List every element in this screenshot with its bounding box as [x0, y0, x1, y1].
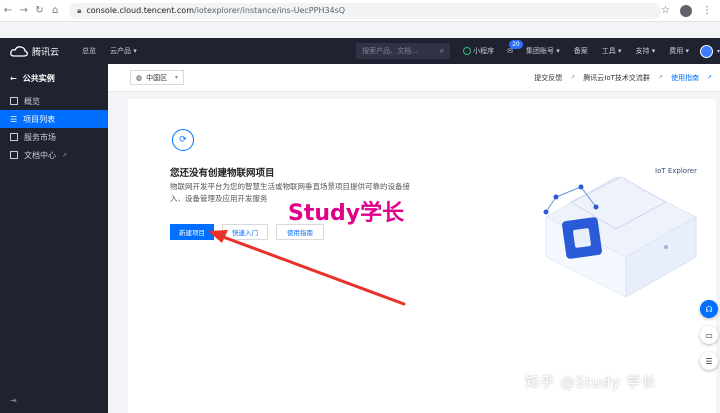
nav-account[interactable]: 集团账号 ▾: [519, 46, 567, 56]
nav-mail[interactable]: ✉ 20: [501, 40, 523, 55]
store-icon: [10, 133, 18, 141]
headset-icon[interactable]: ☊: [700, 300, 718, 318]
search-placeholder: 搜索产品、文档...: [362, 47, 418, 55]
chevron-down-icon: ▾: [174, 74, 178, 81]
external-link-icon: ↗: [657, 74, 663, 81]
grid-icon: [10, 97, 18, 105]
forward-icon[interactable]: →: [16, 5, 32, 16]
iot-group-link[interactable]: 腾讯云IoT技术交流群: [583, 73, 650, 83]
list-icon: ☰: [10, 114, 18, 124]
nav-tools[interactable]: 工具 ▾: [595, 46, 629, 56]
main-panel: ⟳ 您还没有创建物联网项目 物联网开发平台为您的智慧生活或物联网垂直场景项目提供…: [128, 99, 716, 413]
address-bar[interactable]: 🔒︎ console.cloud.tencent.com/iotexplorer…: [69, 2, 662, 19]
search-icon: ⌕: [439, 46, 445, 55]
collapse-sidebar-icon[interactable]: ⇥: [10, 396, 17, 405]
profile-avatar-icon[interactable]: [680, 4, 693, 17]
feedback-link[interactable]: 提交反馈: [534, 73, 562, 83]
sidebar-item-overview[interactable]: 概览: [0, 92, 108, 110]
external-link-icon: ↗: [62, 151, 68, 159]
back-icon[interactable]: ←: [0, 5, 16, 16]
iot-explorer-illustration: [543, 176, 698, 298]
mini-program-icon: [463, 47, 472, 55]
bookmark-star-icon[interactable]: ☆: [661, 5, 670, 16]
sidebar-title: 公共实例: [22, 73, 55, 83]
browser-bar: ← → ↻ ⌂ 🔒︎ console.cloud.tencent.com/iot…: [0, 0, 720, 22]
guide-link[interactable]: 使用指南: [671, 73, 699, 83]
region-value: 中国区: [146, 73, 168, 82]
quick-start-button[interactable]: 快速入门: [222, 224, 268, 240]
floating-tools: ☊ ▭ ☰: [700, 300, 718, 370]
list-menu-icon[interactable]: ☰: [700, 352, 718, 370]
back-arrow-icon: ←: [10, 73, 17, 83]
search-input[interactable]: 搜索产品、文档... ⌕: [356, 43, 451, 59]
nav-products[interactable]: 云产品 ▾: [103, 46, 144, 56]
brand-name: 腾讯云: [32, 47, 60, 58]
empty-title: 您还没有创建物联网项目: [170, 168, 275, 179]
create-project-button[interactable]: 新建项目: [170, 224, 214, 240]
nav-support[interactable]: 支持 ▾: [628, 46, 662, 56]
nav-mini-program[interactable]: 小程序: [456, 46, 501, 56]
user-avatar[interactable]: [699, 44, 713, 58]
sidebar-item-label: 项目列表: [23, 114, 56, 124]
tencent-cloud-logo[interactable]: 腾讯云: [0, 45, 75, 58]
nav-billing[interactable]: 费用 ▾: [662, 46, 696, 56]
sidebar-item-label: 概览: [24, 96, 40, 106]
doc-icon: [10, 151, 18, 159]
illustration-label: IoT Explorer: [655, 167, 697, 175]
home-icon[interactable]: ⌂: [47, 5, 63, 16]
globe-icon: ◍: [136, 73, 143, 82]
sync-icon: ⟳: [172, 129, 194, 151]
sidebar-item-label: 文档中心: [24, 150, 56, 160]
sidebar-item-docs[interactable]: 文档中心 ↗: [0, 146, 108, 164]
sidebar-item-projects[interactable]: ☰ 项目列表: [0, 110, 108, 128]
url-path: /iotexplorer/instance/ins-UecPPH34sQ: [194, 6, 346, 15]
nav-overview[interactable]: 总览: [75, 46, 103, 56]
external-link-icon: ↗: [706, 74, 712, 81]
sidebar-item-label: 服务市场: [24, 132, 56, 142]
nav-record[interactable]: 备案: [567, 46, 595, 56]
sidebar: ← 公共实例 概览 ☰ 项目列表 服务市场 文档中心 ↗ ⇥: [0, 64, 108, 413]
sidebar-item-market[interactable]: 服务市场: [0, 128, 108, 146]
mini-program-label: 小程序: [473, 47, 495, 55]
reload-icon[interactable]: ↻: [32, 5, 48, 16]
region-select[interactable]: ◍ 中国区 ▾: [130, 70, 184, 85]
external-link-icon: ↗: [570, 74, 576, 81]
mail-badge: 20: [509, 40, 523, 49]
console-top-nav: 腾讯云 总览 云产品 ▾ 搜索产品、文档... ⌕ 小程序 ✉ 20 集团账号 …: [0, 38, 720, 64]
cloud-logo-icon: [10, 45, 28, 57]
sidebar-back[interactable]: ← 公共实例: [0, 64, 108, 92]
sub-header: ◍ 中国区 ▾ 提交反馈 ↗ 腾讯云IoT技术交流群 ↗ 使用指南 ↗: [108, 64, 720, 92]
url-host: console.cloud.tencent.com: [86, 6, 194, 15]
study-watermark: Study学长: [288, 201, 405, 226]
lock-icon: 🔒︎: [77, 5, 82, 15]
zhihu-watermark: 知乎 @Study 学长: [525, 375, 657, 391]
book-icon[interactable]: ▭: [700, 326, 718, 344]
menu-kebab-icon[interactable]: ⋮: [702, 5, 712, 16]
